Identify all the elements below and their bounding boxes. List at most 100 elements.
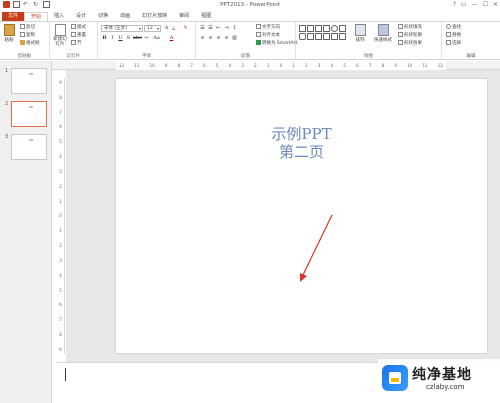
- cut-label: 剪切: [26, 25, 35, 30]
- ruler-tick-label: 1: [59, 198, 62, 204]
- shape-effects-label: 形状效果: [404, 41, 422, 46]
- format-painter-button[interactable]: 格式刷: [20, 40, 40, 46]
- new-slide-button[interactable]: 新建幻灯片: [52, 24, 68, 47]
- shrink-font-button[interactable]: A: [170, 25, 177, 32]
- align-left-icon[interactable]: ≡: [199, 35, 206, 42]
- line-spacing-icon[interactable]: ↕: [231, 25, 238, 32]
- bold-button[interactable]: B: [101, 35, 108, 42]
- change-case-button[interactable]: Aa: [153, 35, 160, 42]
- ruler-tick-label: 2: [305, 63, 308, 68]
- line-shape-icon[interactable]: [315, 25, 322, 32]
- window-title: PPT2013 - PowerPoint: [220, 2, 280, 8]
- help-icon[interactable]: ?: [453, 1, 456, 8]
- cut-button[interactable]: 剪切: [20, 24, 35, 30]
- select-button[interactable]: 选择: [446, 40, 461, 46]
- ruler-tick-label: 2: [254, 63, 257, 68]
- shape-outline-button[interactable]: 形状轮廓: [398, 32, 422, 38]
- ruler-tick-label: 2: [59, 243, 62, 249]
- section-button[interactable]: 节: [71, 40, 82, 46]
- shapes-gallery[interactable]: [299, 25, 346, 40]
- font-size-select[interactable]: 12 ▾: [144, 25, 161, 32]
- justify-icon[interactable]: ≡: [223, 35, 230, 42]
- align-text-label: 对齐文本: [262, 33, 280, 38]
- close-icon[interactable]: ✕: [493, 1, 498, 8]
- slide-thumbnail-1[interactable]: [11, 68, 47, 94]
- find-label: 查找: [452, 25, 461, 30]
- decrease-indent-icon[interactable]: ⇤: [215, 25, 222, 32]
- vertical-ruler: 9 8 7 6 5 4 3 2 1 0 1 2 3 4 5 6 7 8 9: [57, 78, 65, 354]
- align-center-icon[interactable]: ≡: [207, 35, 214, 42]
- char-spacing-button[interactable]: ↔: [143, 35, 150, 42]
- tab-view[interactable]: 视图: [195, 12, 217, 21]
- minimize-icon[interactable]: —: [472, 1, 478, 8]
- columns-icon[interactable]: ▥: [231, 35, 238, 42]
- pen-icon: [398, 32, 403, 37]
- group-slides: 新建幻灯片 版式 重置 节 幻灯片: [50, 22, 98, 60]
- right-arrow-shape-icon[interactable]: [315, 33, 322, 40]
- tab-animations[interactable]: 动画: [114, 12, 136, 21]
- align-right-icon[interactable]: ≡: [215, 35, 222, 42]
- star-shape-icon[interactable]: [331, 33, 338, 40]
- drawing-group-label: 绘图: [364, 54, 373, 59]
- shadow-button[interactable]: S: [125, 35, 132, 42]
- tab-design[interactable]: 设计: [70, 12, 92, 21]
- tab-file[interactable]: 文件: [2, 12, 25, 21]
- thumbnail-text-mark: [29, 73, 33, 75]
- ruler-tick-label: 0: [279, 63, 283, 68]
- new-slide-icon: [54, 24, 66, 36]
- maximize-icon[interactable]: ☐: [483, 1, 488, 8]
- smartart-button[interactable]: 转换为 SmartArt: [256, 40, 297, 46]
- underline-button[interactable]: U: [117, 35, 124, 42]
- textbox-shape-icon[interactable]: [307, 25, 314, 32]
- reset-button[interactable]: 重置: [71, 32, 86, 38]
- tab-slideshow[interactable]: 幻灯片放映: [136, 12, 173, 21]
- copy-label: 复制: [26, 33, 35, 38]
- arrow-shape-icon[interactable]: [323, 25, 330, 32]
- ruler-tick-label: 5: [59, 287, 62, 293]
- find-button[interactable]: 查找: [446, 24, 461, 30]
- quick-styles-button[interactable]: 快速样式: [372, 24, 394, 43]
- grow-font-button[interactable]: A: [163, 25, 170, 32]
- brace-shape-icon[interactable]: [323, 33, 330, 40]
- pentagon-shape-icon[interactable]: [307, 33, 314, 40]
- chevron-down-icon: ▾: [156, 26, 159, 31]
- paste-button[interactable]: 粘贴: [2, 24, 16, 43]
- rectangle-shape-icon[interactable]: [299, 25, 306, 32]
- triangle-shape-icon[interactable]: [339, 25, 346, 32]
- ruler-tick-label: 6: [59, 124, 62, 130]
- rounded-rect-shape-icon[interactable]: [299, 33, 306, 40]
- tab-home[interactable]: 开始: [24, 12, 49, 21]
- slide-thumbnail-3[interactable]: [11, 134, 47, 160]
- smartart-label: 转换为 SmartArt: [262, 41, 298, 46]
- arrange-button[interactable]: 排列: [352, 24, 368, 43]
- slide-canvas[interactable]: 示例PPT 第二页: [115, 78, 488, 354]
- slide-thumbnail-2[interactable]: [11, 101, 47, 127]
- bullets-icon[interactable]: ☰: [199, 25, 206, 32]
- shape-effects-button[interactable]: 形状效果: [398, 40, 422, 46]
- oval-shape-icon[interactable]: [331, 25, 338, 32]
- increase-indent-icon[interactable]: ⇥: [223, 25, 230, 32]
- tab-review[interactable]: 审阅: [173, 12, 195, 21]
- more-shapes-icon[interactable]: [339, 33, 346, 40]
- align-text-button[interactable]: 对齐文本: [256, 32, 280, 38]
- tab-insert[interactable]: 插入: [48, 12, 70, 21]
- tab-transitions[interactable]: 切换: [92, 12, 114, 21]
- layout-button[interactable]: 版式: [71, 24, 86, 30]
- watermark-logo-accent: [391, 378, 399, 382]
- strikethrough-button[interactable]: abc: [133, 35, 142, 42]
- italic-button[interactable]: I: [109, 35, 116, 42]
- shape-fill-button[interactable]: 形状填充: [398, 24, 422, 30]
- shape-fill-label: 形状填充: [404, 25, 422, 30]
- font-color-button[interactable]: A: [168, 35, 175, 42]
- copy-button[interactable]: 复制: [20, 32, 35, 38]
- clear-format-icon[interactable]: ✎: [182, 25, 189, 32]
- ruler-tick-label: 8: [177, 63, 181, 68]
- font-family-select[interactable]: 宋体 (正文) ▾: [101, 25, 143, 32]
- text-direction-button[interactable]: 文字方向: [256, 24, 280, 30]
- numbering-icon[interactable]: ☰: [207, 25, 214, 32]
- ruler-tick-label: 3: [317, 63, 321, 68]
- ribbon-display-icon[interactable]: ▭: [461, 1, 467, 8]
- replace-button[interactable]: 替换: [446, 32, 461, 38]
- text-cursor: [65, 368, 66, 381]
- ruler-tick-label: 6: [356, 63, 359, 68]
